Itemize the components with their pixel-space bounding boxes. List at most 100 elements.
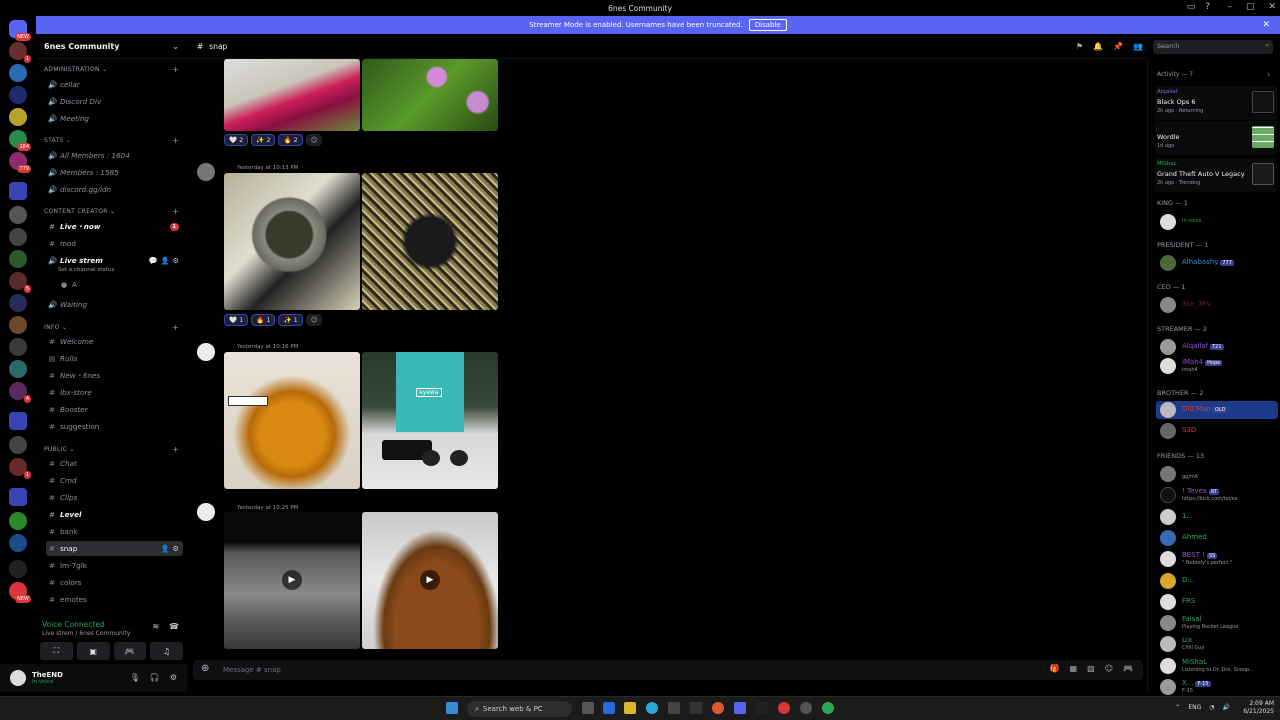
channel-welcome[interactable]: # Welcome — [46, 334, 183, 349]
server-icon[interactable] — [9, 512, 27, 530]
member[interactable]: 1... — [1160, 508, 1278, 526]
screen-share-button[interactable]: ▣ — [76, 642, 110, 660]
camera-button[interactable]: ⛶ — [40, 642, 73, 660]
server-icon[interactable]: 1 — [9, 42, 31, 63]
reaction[interactable]: 🔥 1 — [251, 314, 276, 326]
chevron-up-icon[interactable]: ⌃ — [1175, 704, 1180, 711]
member[interactable]: S3D — [1160, 422, 1278, 440]
add-channel-icon[interactable]: + — [172, 323, 179, 332]
member[interactable]: gg/m6 — [1160, 465, 1278, 483]
reaction[interactable]: ✨ 2 — [251, 134, 276, 146]
add-channel-icon[interactable]: + — [172, 65, 179, 74]
chevron-down-icon[interactable]: ⌄ — [172, 42, 179, 51]
copilot-icon[interactable] — [603, 702, 615, 714]
app-icon[interactable] — [712, 702, 724, 714]
channel-live-now[interactable]: # Live・now 1 — [46, 219, 183, 234]
chrome-icon[interactable] — [778, 702, 790, 714]
image-coffee[interactable] — [224, 173, 360, 310]
member[interactable]: 3sn_3hv — [1160, 296, 1278, 314]
gear-icon[interactable]: ⚙ — [170, 673, 177, 682]
video-coffee-beans[interactable]: ▶ — [362, 512, 498, 649]
reaction[interactable]: 🤍 2 — [224, 134, 249, 146]
username[interactable]: TheEND — [32, 671, 63, 679]
server-icon[interactable] — [9, 338, 27, 356]
add-channel-icon[interactable]: + — [172, 207, 179, 216]
channel-mod[interactable]: # mod — [46, 236, 183, 251]
avatar[interactable] — [197, 503, 215, 521]
video-desk[interactable]: ▶ — [224, 512, 360, 649]
add-reaction-icon[interactable]: ☺ — [305, 134, 323, 146]
member[interactable]: Ahmed — [1160, 529, 1278, 547]
server-icon[interactable] — [9, 108, 27, 126]
channel-suggestion[interactable]: # suggestion — [46, 419, 183, 434]
gift-icon[interactable]: 🎁 — [1050, 664, 1060, 673]
image-flowers[interactable] — [362, 59, 498, 131]
gif-icon[interactable]: ▦ — [1070, 664, 1078, 673]
discord-icon[interactable] — [734, 702, 746, 714]
channel-cmd[interactable]: # Cmd — [46, 473, 183, 488]
app-icon[interactable] — [800, 702, 812, 714]
server-icon[interactable] — [9, 294, 27, 312]
chevron-right-icon[interactable]: › — [1267, 70, 1270, 79]
soundboard-button[interactable]: ♫ — [150, 642, 183, 660]
message-input[interactable]: ⊕ Message # snap 🎁 ▦ ▧ ☺ 🎮 — [193, 660, 1143, 680]
member[interactable]: MiShaL Listening to Dr. Dre, Snoop... — [1160, 657, 1278, 675]
server-icon[interactable] — [9, 250, 27, 268]
microphone-icon[interactable]: 🎙 — [130, 673, 140, 682]
windows-start-icon[interactable] — [446, 702, 458, 714]
maximize-icon[interactable]: ▢ — [1246, 2, 1255, 12]
headphones-icon[interactable]: 🎧 — [150, 673, 160, 682]
chrome-icon[interactable] — [822, 702, 834, 714]
wifi-icon[interactable]: ◔ — [1209, 704, 1214, 711]
image-rose[interactable] — [224, 59, 360, 131]
reaction[interactable]: 🤍 1 — [224, 314, 249, 326]
category-info[interactable]: INFO ⌄ + — [44, 323, 179, 332]
channel-cellar[interactable]: 🔊 cellar — [46, 77, 183, 92]
close-banner-icon[interactable]: ✕ — [1262, 20, 1270, 30]
activity-button[interactable]: 🎮 — [113, 642, 147, 660]
file-explorer-icon[interactable] — [624, 702, 636, 714]
apps-icon[interactable]: 🎮 — [1123, 664, 1133, 673]
server-icon[interactable] — [9, 228, 27, 246]
clock[interactable]: 2:09 AM 6/21/2025 — [1243, 700, 1274, 716]
folder-icon[interactable] — [9, 488, 27, 506]
channel-bank[interactable]: # bank — [46, 524, 183, 539]
server-icon[interactable] — [9, 86, 27, 104]
gear-icon[interactable]: ⚙ — [173, 256, 179, 265]
task-view-icon[interactable] — [582, 702, 594, 714]
member[interactable]: ! Tevex RT https://kick.com/tevex — [1160, 486, 1278, 504]
channel-rules[interactable]: ▤ Rulls — [46, 351, 183, 366]
category-content-creator[interactable]: CONTENT CREATOR ⌄ + — [44, 207, 179, 216]
pin-icon[interactable]: 📌 — [1113, 42, 1123, 51]
server-icon[interactable]: 779 — [9, 152, 31, 173]
add-channel-icon[interactable]: + — [172, 136, 179, 145]
add-channel-icon[interactable]: + — [172, 445, 179, 454]
taskbar-search[interactable]: ⌕ Search web & PC — [467, 701, 572, 717]
avatar[interactable] — [10, 670, 26, 686]
voice-status[interactable]: Voice Connected — [42, 620, 105, 629]
member[interactable]: Lix Chill Guy — [1160, 635, 1278, 653]
member[interactable]: X... F-15 F-15 — [1160, 678, 1278, 696]
member[interactable]: iMah4 Hope imah4 — [1160, 357, 1278, 375]
minimize-icon[interactable]: – — [1227, 2, 1232, 12]
member[interactable]: D... — [1160, 572, 1278, 590]
image-eyewa-bag[interactable]: eyewa — [362, 352, 498, 489]
voice-channel[interactable]: Live strem / 6nes Community — [42, 630, 130, 637]
activity-card[interactable]: Wordle 1d ago — [1155, 121, 1277, 155]
server-header[interactable]: 6nes Community ⌄ — [36, 34, 187, 59]
category-administration[interactable]: ADMINISTRATION ⌄ + — [44, 65, 179, 74]
folder-icon[interactable] — [9, 182, 27, 200]
member[interactable]: Old Man OLD — [1156, 401, 1278, 419]
play-icon[interactable]: ▶ — [282, 570, 302, 590]
member[interactable]: BEST ! SS " Nobody's perfect " — [1160, 550, 1278, 568]
image-palm[interactable] — [362, 173, 498, 310]
add-user-icon[interactable]: 👤 — [161, 544, 170, 553]
voice-user[interactable]: ● A — [58, 277, 178, 292]
channel-booster[interactable]: # Booster — [46, 402, 183, 417]
reaction[interactable]: 🔥 2 — [278, 134, 303, 146]
category-stats[interactable]: STATS ⌄ + — [44, 136, 179, 145]
member[interactable]: Faisal Playing Rocket League — [1160, 614, 1278, 632]
members-icon[interactable]: 👥 — [1133, 42, 1143, 51]
noise-suppression-icon[interactable]: ≋ — [152, 622, 159, 631]
activity-card[interactable]: Alqallaf Black Ops 6 2h ago · Returning — [1155, 86, 1277, 120]
